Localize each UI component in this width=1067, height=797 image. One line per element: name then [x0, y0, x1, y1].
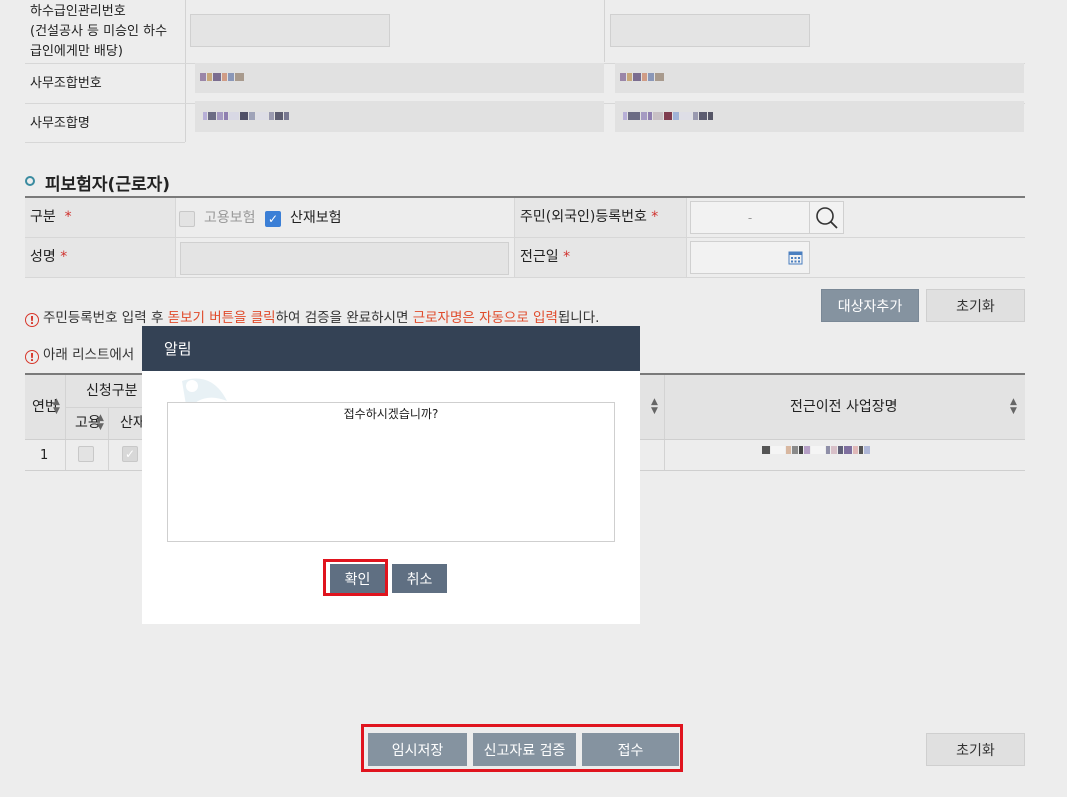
add-target-button[interactable]: 대상자추가 [821, 289, 919, 322]
search-icon [816, 207, 838, 229]
office-union-number-value [195, 63, 604, 93]
row-divider [25, 142, 185, 143]
search-button[interactable] [809, 201, 844, 234]
modal-header: 알림 [142, 326, 640, 371]
warning-icon: ! [25, 313, 39, 327]
column-divider [65, 375, 66, 470]
row-industrial-checkbox[interactable]: ✓ [122, 446, 138, 462]
section-bullet-icon [25, 176, 35, 186]
modal-message: 접수하시겠습니까? [343, 407, 439, 421]
masked-value [200, 73, 245, 81]
office-union-number-label: 사무조합번호 [30, 76, 102, 91]
sort-icon[interactable]: ▲ ▼ [1010, 398, 1017, 416]
reset-bottom-button[interactable]: 초기화 [926, 733, 1025, 766]
office-union-name-value [195, 101, 604, 132]
transfer-date-label: 전근일 * [520, 249, 571, 265]
resident-number-label: 주민(외국인)등록번호 * [520, 209, 659, 225]
column-divider [175, 198, 176, 277]
reset-button[interactable]: 초기화 [926, 289, 1025, 322]
modal-title: 알림 [164, 340, 192, 358]
office-union-number-value-2 [615, 63, 1024, 93]
industrial-insurance-checkbox[interactable]: ✓ [265, 211, 281, 227]
column-divider [514, 198, 515, 277]
name-label: 성명 * [30, 249, 68, 265]
name-input[interactable] [180, 242, 509, 275]
masked-value [762, 446, 871, 454]
column-divider [664, 375, 665, 470]
category-label: 구분 * [30, 209, 72, 225]
transfer-date-input[interactable] [690, 241, 810, 274]
modal-message-box: 접수하시겠습니까? [167, 402, 615, 542]
calendar-icon[interactable] [788, 250, 803, 265]
sort-icon[interactable]: ▲ ▼ [651, 398, 658, 416]
column-divider [604, 0, 605, 62]
industrial-insurance-label: 산재보험 [290, 210, 342, 226]
submit-button[interactable]: 접수 [582, 733, 679, 766]
masked-value [623, 112, 714, 120]
row-divider [25, 277, 1025, 278]
masked-value [203, 112, 290, 120]
sort-icon[interactable]: ▲ ▼ [97, 414, 104, 432]
office-union-name-label: 사무조합명 [30, 116, 90, 131]
cancel-button[interactable]: 취소 [392, 564, 447, 593]
notice-resident-number: ! 주민등록번호 입력 후 돋보기 버튼을 클릭하여 검증을 완료하시면 근로자명… [25, 306, 599, 327]
row-divider [65, 407, 145, 408]
temp-save-button[interactable]: 임시저장 [368, 733, 467, 766]
subcontractor-number-label: 하수급인관리번호 (건설공사 등 미승인 하수 급인에게만 배당) [30, 4, 168, 59]
confirm-button[interactable]: 확인 [330, 564, 385, 593]
subcontractor-number-field[interactable] [190, 14, 390, 47]
warning-icon: ! [25, 350, 39, 364]
section-title: 피보험자(근로자) [45, 175, 171, 195]
alert-modal: 알림 접수하시겠습니까? 확인 취소 [142, 326, 640, 624]
row-number: 1 [40, 448, 49, 463]
masked-value [620, 73, 665, 81]
row-employment-checkbox[interactable] [78, 446, 94, 462]
column-header-apply-type: 신청구분 [86, 383, 138, 399]
employment-insurance-checkbox[interactable] [179, 211, 195, 227]
notice-list: ! 아래 리스트에서 [25, 343, 134, 364]
column-divider [185, 0, 186, 142]
subcontractor-number-field-2[interactable] [610, 14, 810, 47]
column-header-prev-workplace: 전근이전 사업장명 [790, 399, 898, 415]
resident-number-input[interactable]: - [690, 201, 810, 234]
employment-insurance-label: 고용보험 [204, 210, 256, 226]
sort-icon[interactable]: ▲ ▼ [53, 398, 60, 416]
column-divider [686, 198, 687, 277]
office-union-name-value-2 [615, 101, 1024, 132]
verify-button[interactable]: 신고자료 검증 [473, 733, 576, 766]
